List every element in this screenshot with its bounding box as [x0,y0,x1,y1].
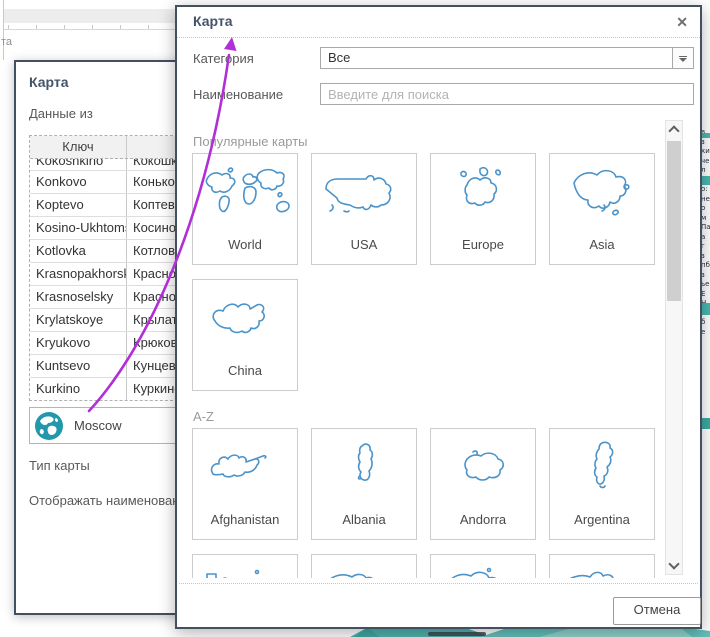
clipped-background-text: та [1,36,12,48]
ruler-tick [8,25,9,29]
map-card-argentina[interactable]: Argentina [549,428,655,540]
clipped-background-list: в з ки че л ок о: не о м Па а г з пб з ь… [701,128,710,434]
map-card-china[interactable]: China [192,279,298,391]
cell-key: Koptevo [30,194,127,216]
search-input[interactable] [320,83,694,105]
afghanistan-map-icon [195,438,295,498]
cell-key: Konkovo [30,171,127,193]
map-card-label: Argentina [550,512,654,527]
combo-dropdown-trigger[interactable] [672,48,693,68]
ruler-tick [120,25,121,29]
selected-map-label: Moscow [74,418,122,433]
usa-map-icon [314,163,414,223]
name-label: Наименование [193,87,283,102]
strip-highlight [701,176,710,185]
cell-key: Krasnoselsky [30,286,127,308]
cell-key: Kotlovka [30,240,127,262]
ruler-tick [92,25,93,29]
dropdown-arrow-icon [679,56,687,57]
globe-icon [34,411,64,441]
map-card-label: World [193,237,297,252]
cell-key: Kurkino [30,378,127,400]
partial-map-icon [314,564,414,578]
world-map-icon [195,163,295,223]
popular-section-header: Популярные карты [193,134,308,149]
category-selected-value: Все [321,48,693,68]
cell-key: Kuntsevo [30,355,127,377]
map-picker-dialog: Карта ✕ Категория Все Наименование Попул… [175,5,702,629]
map-list-viewport: Популярные карты World [179,120,664,578]
map-card-label: USA [312,237,416,252]
cell-key: Kosino-Ukhtomsk [30,217,127,239]
map-card-partial[interactable] [311,554,417,578]
close-icon[interactable]: ✕ [676,14,688,31]
background-toolbar [4,9,180,23]
map-card-partial[interactable] [549,554,655,578]
argentina-map-icon [552,438,652,498]
map-card-usa[interactable]: USA [311,153,417,265]
map-card-label: Europe [431,237,535,252]
scroll-down-button[interactable] [666,557,682,574]
ruler-tick [36,25,37,29]
partial-map-icon [195,564,295,578]
map-card-albania[interactable]: Albania [311,428,417,540]
dropdown-arrow-icon [679,58,687,62]
cell-key: Krylatskoye [30,309,127,331]
map-card-world[interactable]: World [192,153,298,265]
strip-highlight [701,133,710,138]
map-card-label: Asia [550,237,654,252]
background-ruler-line [4,29,180,30]
column-header-key[interactable]: Ключ [30,136,127,158]
cell-key: Kokoshkino [30,159,127,170]
map-card-andorra[interactable]: Andorra [430,428,536,540]
ruler-tick [64,25,65,29]
map-card-label: Afghanistan [193,512,297,527]
strip-highlight [701,303,710,315]
map-card-asia[interactable]: Asia [549,153,655,265]
az-section-header: A-Z [193,409,214,424]
map-card-europe[interactable]: Europe [430,153,536,265]
chevron-up-icon [668,125,679,136]
footer-divider [179,583,698,584]
map-card-label: Andorra [431,512,535,527]
dialog-header: Карта ✕ [177,7,700,38]
data-from-label: Данные из [29,106,93,121]
map-card-afghanistan[interactable]: Afghanistan [192,428,298,540]
scroll-up-button[interactable] [666,121,682,138]
map-card-label: Albania [312,512,416,527]
cancel-button[interactable]: Отмена [613,597,701,625]
screen: та в з ки че л ок о: не о м Па а г з пб … [0,0,710,637]
andorra-map-icon [433,438,533,498]
category-select[interactable]: Все [320,47,694,69]
map-type-label: Тип карты [29,458,90,473]
ruler-tick [148,25,149,29]
map-card-label: China [193,363,297,378]
category-label: Категория [193,51,254,66]
partial-map-icon [433,564,533,578]
cell-key: Kryukovo [30,332,127,354]
dialog-title: Карта [29,74,69,90]
chevron-down-icon [668,558,679,569]
albania-map-icon [314,438,414,498]
vertical-scrollbar[interactable] [665,120,683,575]
scrollbar-thumb[interactable] [667,141,681,301]
dialog-title: Карта [193,13,233,29]
map-card-partial[interactable] [430,554,536,578]
display-name-label: Отображать наименовани [29,493,194,508]
background-map-label-smudge [428,632,486,636]
asia-map-icon [552,163,652,223]
cell-key: Krasnopakhorsko [30,263,127,285]
china-map-icon [195,289,295,349]
europe-map-icon [433,163,533,223]
partial-map-icon [552,564,652,578]
map-card-partial[interactable] [192,554,298,578]
